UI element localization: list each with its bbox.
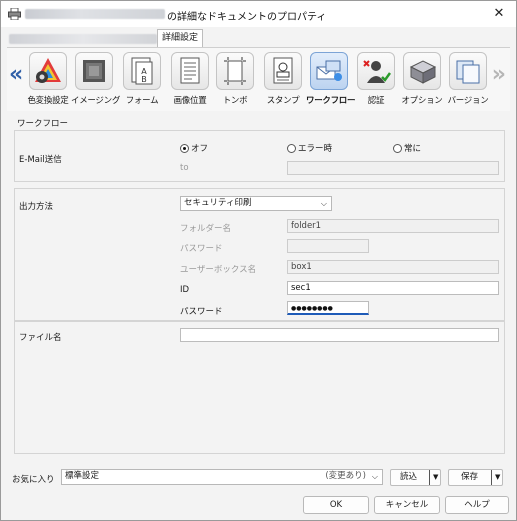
- image-position-icon: [171, 52, 209, 90]
- radio-always-dot[interactable]: [393, 143, 402, 153]
- userbox-value: box1: [291, 262, 312, 272]
- output-label: 出力方法: [19, 202, 54, 212]
- authentication-icon: [357, 52, 395, 90]
- radio-off-dot[interactable]: [180, 143, 189, 153]
- folder-password-label: パスワード: [180, 244, 223, 254]
- toolbar-label: オプション: [401, 96, 443, 106]
- toolbar-label: 色変換設定: [27, 96, 69, 106]
- properties-window: の詳細なドキュメントのプロパティ ✕ 詳細設定 « 色変換設定 イメージング A…: [0, 0, 517, 521]
- stamp-icon: [264, 52, 302, 90]
- imaging-icon: [75, 52, 113, 90]
- radio-on-error-label: エラー時: [298, 144, 333, 154]
- title-bar: の詳細なドキュメントのプロパティ ✕: [1, 1, 516, 27]
- favorites-select[interactable]: 標準設定 (変更あり) ⌵: [61, 469, 383, 485]
- email-section: E-Mail送信 オフ エラー時 常に to: [14, 130, 505, 182]
- to-label: to: [180, 163, 189, 173]
- crop-marks-icon: [216, 52, 254, 90]
- userbox-label: ユーザーボックス名: [180, 265, 257, 275]
- save-button[interactable]: 保存 ▼: [448, 469, 503, 486]
- folder-label: フォルダー名: [180, 224, 232, 234]
- svg-text:B: B: [141, 75, 147, 84]
- load-button[interactable]: 読込 ▼: [390, 469, 441, 486]
- color-conversion-icon: [29, 52, 67, 90]
- cancel-button[interactable]: キャンセル: [374, 496, 440, 514]
- tab-printer-redacted[interactable]: [9, 34, 157, 44]
- form-icon: A B: [123, 52, 161, 90]
- split-divider: [491, 470, 492, 485]
- radio-off-label: オフ: [191, 144, 209, 154]
- toolbar-color-conversion[interactable]: 色変換設定: [25, 52, 71, 106]
- tab-strip: 詳細設定: [1, 27, 516, 47]
- radio-on-error-dot[interactable]: [287, 143, 296, 153]
- secure-password-value: ●●●●●●●●: [291, 305, 333, 312]
- toolbar-label: スタンプ: [266, 96, 300, 106]
- toolbar-label: フォーム: [125, 96, 159, 106]
- favorites-value: 標準設定: [65, 471, 100, 481]
- id-value: sec1: [291, 283, 311, 293]
- email-label: E-Mail送信: [19, 155, 62, 165]
- output-method-value: セキュリティ印刷: [184, 198, 252, 208]
- workflow-icon: [310, 52, 348, 90]
- split-divider: [429, 470, 430, 485]
- radio-always-label: 常に: [404, 144, 422, 154]
- filename-field[interactable]: [180, 328, 499, 342]
- toolbar-label: トンボ: [222, 96, 248, 106]
- output-method-select[interactable]: セキュリティ印刷 ⌵: [180, 196, 332, 211]
- id-field[interactable]: sec1: [287, 281, 499, 295]
- toolbar-label: 認証: [367, 96, 385, 106]
- chevron-down-icon: ⌵: [320, 199, 327, 208]
- folder-field: folder1: [287, 219, 499, 233]
- folder-value: folder1: [291, 221, 322, 231]
- folder-password-field: [287, 239, 369, 253]
- toolbar-label: バージョン: [447, 96, 489, 106]
- version-icon: [449, 52, 487, 90]
- bottom-bar: お気に入り 標準設定 (変更あり) ⌵ 読込 ▼ 保存 ▼ OK キャンセル ヘ…: [1, 461, 516, 521]
- favorites-label: お気に入り: [12, 475, 55, 485]
- toolbar-version[interactable]: バージョン: [445, 52, 491, 106]
- tab-advanced-settings[interactable]: 詳細設定: [157, 29, 204, 47]
- toolbar-workflow[interactable]: ワークフロー: [306, 52, 356, 106]
- toolbar-stamp[interactable]: スタンプ: [260, 52, 306, 106]
- ok-button[interactable]: OK: [303, 496, 369, 514]
- toolbar-label: イメージング: [71, 96, 121, 106]
- email-to-field: [287, 161, 499, 175]
- filename-section: ファイル名: [14, 321, 505, 454]
- toolbar-imaging[interactable]: イメージング: [71, 52, 121, 106]
- printer-name-redacted: [25, 9, 165, 19]
- chevron-down-icon: ⌵: [371, 472, 378, 481]
- toolbar-label: ワークフロー: [306, 96, 356, 106]
- radio-always[interactable]: 常に: [393, 142, 421, 154]
- radio-off[interactable]: オフ: [180, 142, 208, 154]
- close-icon[interactable]: ✕: [491, 6, 507, 22]
- toolbar-crop-marks[interactable]: トンボ: [212, 52, 258, 106]
- toolbar-option[interactable]: オプション: [399, 52, 445, 106]
- toolbar-form[interactable]: A B フォーム: [119, 52, 165, 106]
- printer-icon: [8, 8, 21, 20]
- workflow-heading: ワークフロー: [17, 119, 69, 129]
- toolbar-authentication[interactable]: 認証: [353, 52, 399, 106]
- window-title: の詳細なドキュメントのプロパティ: [167, 12, 327, 23]
- filename-label: ファイル名: [19, 333, 62, 343]
- feature-toolbar: « 色変換設定 イメージング A B フォーム 画像位置 トンボ スタンプ ワー…: [7, 47, 510, 111]
- save-dropdown-icon[interactable]: ▼: [495, 470, 500, 485]
- option-icon: [403, 52, 441, 90]
- toolbar-image-position[interactable]: 画像位置: [167, 52, 213, 106]
- id-label: ID: [180, 285, 190, 295]
- toolbar-label: 画像位置: [173, 96, 207, 106]
- secure-password-field[interactable]: ●●●●●●●●: [287, 301, 369, 315]
- scroll-right-icon[interactable]: »: [492, 62, 506, 87]
- load-dropdown-icon[interactable]: ▼: [433, 470, 438, 485]
- help-button[interactable]: ヘルプ: [445, 496, 509, 514]
- userbox-field: box1: [287, 260, 499, 274]
- favorites-modified: (変更あり): [325, 471, 366, 481]
- scroll-left-icon[interactable]: «: [9, 62, 23, 87]
- radio-on-error[interactable]: エラー時: [287, 142, 332, 154]
- load-label: 読込: [400, 472, 418, 482]
- save-label: 保存: [461, 472, 479, 482]
- secure-password-label: パスワード: [180, 307, 223, 317]
- output-section: 出力方法 セキュリティ印刷 ⌵ フォルダー名 folder1 パスワード ユーザ…: [14, 188, 505, 321]
